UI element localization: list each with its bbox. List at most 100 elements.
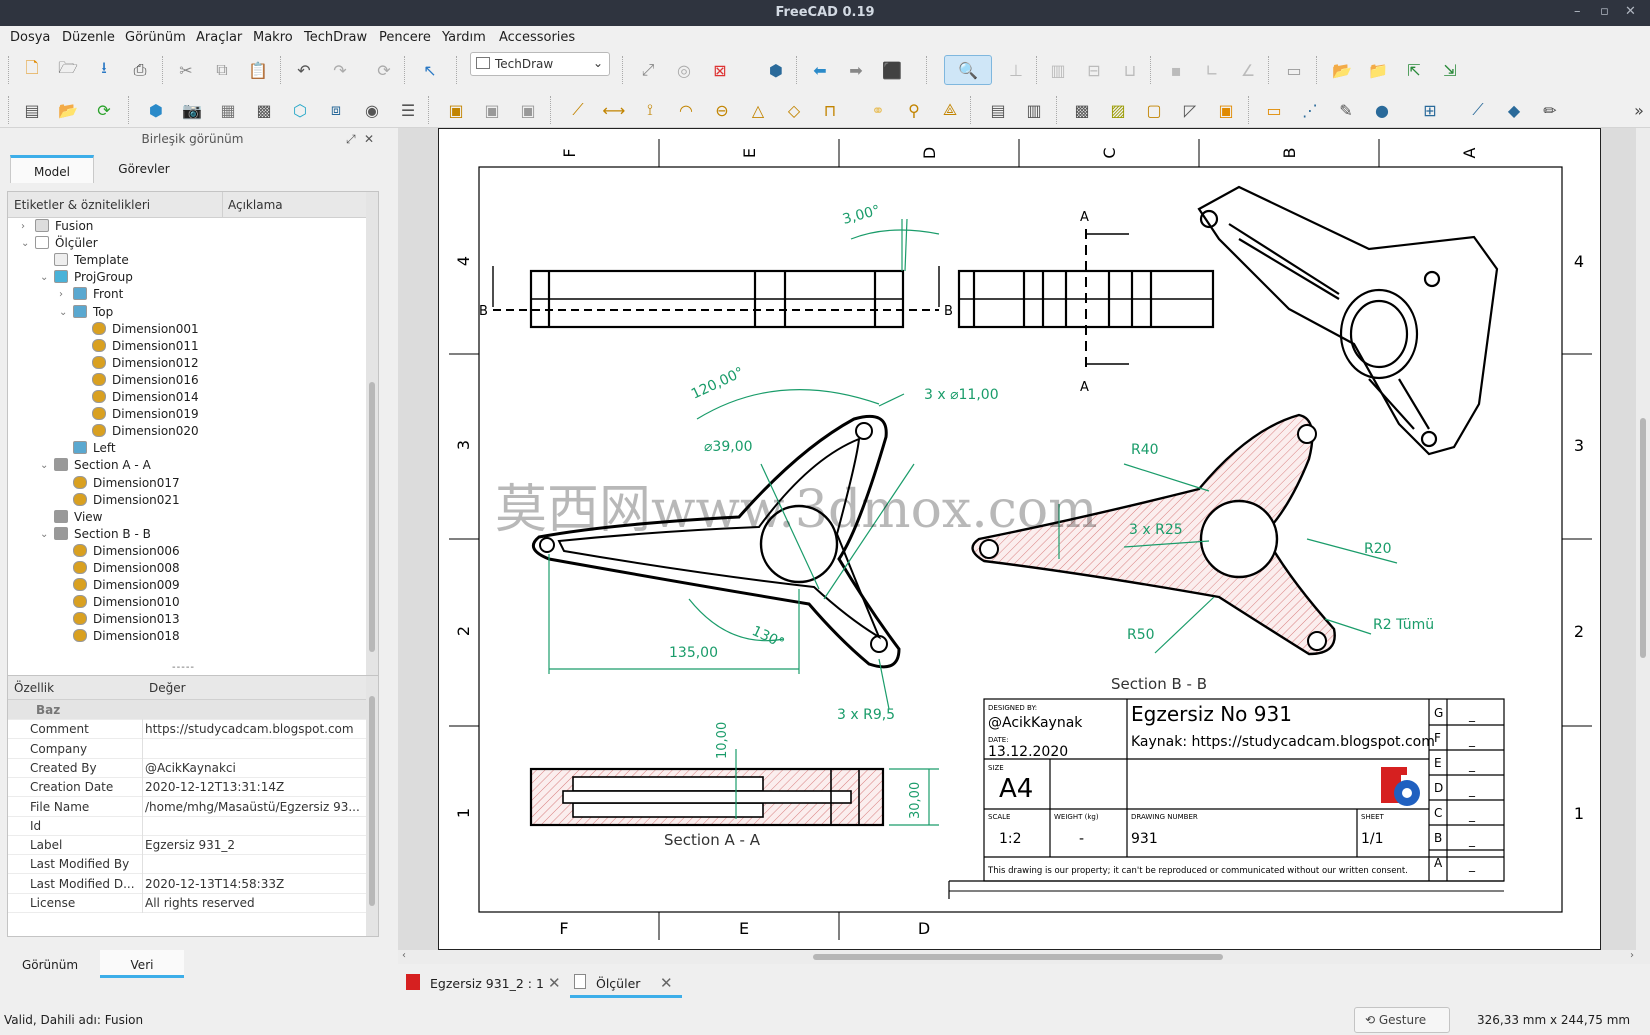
drawing-vscrollbar[interactable] — [1636, 128, 1650, 950]
save-icon[interactable]: ⭳ — [92, 58, 116, 82]
clip-add-icon[interactable]: ▣ — [480, 98, 504, 122]
landmark-dimension-icon[interactable]: ⟁ — [938, 98, 962, 122]
link-dimension-icon[interactable]: ⚭ — [866, 98, 890, 122]
property-value[interactable]: https://studycadcam.blogspot.com — [145, 722, 363, 736]
tree-item[interactable]: Dimension014 — [92, 390, 199, 408]
tree-item[interactable]: Left — [73, 441, 116, 459]
part-icon[interactable]: ▥ — [1046, 58, 1070, 82]
balloon-icon[interactable]: ⚲ — [902, 98, 926, 122]
projection-group-icon[interactable]: ▦ — [216, 98, 240, 122]
bounding-box-icon[interactable]: ⊠ — [708, 58, 732, 82]
tree-scroll-thumb[interactable] — [369, 382, 375, 652]
workbench-selector[interactable]: TechDraw ⌄ — [470, 52, 610, 76]
collapse-arrow-icon[interactable]: ⌄ — [40, 460, 48, 471]
expand-arrow-icon[interactable]: › — [21, 221, 25, 232]
toggle-frame-icon[interactable]: ▣ — [1214, 98, 1238, 122]
active-view-icon[interactable]: 📷 — [180, 98, 204, 122]
undo-icon[interactable]: ↶ — [292, 58, 316, 82]
export-icon[interactable]: ⇱ — [1402, 58, 1426, 82]
property-row[interactable]: Created By @AcikKaynakci — [8, 757, 366, 778]
tree-item[interactable]: Dimension013 — [73, 612, 180, 630]
menu-dosya[interactable]: Dosya — [10, 30, 50, 45]
arch-view-icon[interactable]: ◉ — [360, 98, 384, 122]
property-scroll-thumb[interactable] — [369, 696, 375, 906]
tab-gorevler[interactable]: Görevler — [94, 155, 194, 183]
link-icon[interactable]: ⊔ — [1118, 58, 1142, 82]
tree-item[interactable]: Front — [73, 287, 123, 305]
property-row[interactable]: License All rights reserved — [8, 893, 366, 913]
extent-dimension-icon[interactable]: ⊓ — [818, 98, 842, 122]
diameter-dimension-icon[interactable]: ⊖ — [710, 98, 734, 122]
tree-item[interactable]: Section B - B — [54, 526, 151, 545]
expand-arrow-icon[interactable]: › — [59, 289, 63, 300]
tree-item[interactable]: Dimension006 — [73, 543, 180, 562]
tree-item[interactable]: ProjGroup — [54, 270, 133, 288]
minimize-icon[interactable]: – — [1574, 4, 1581, 19]
property-value[interactable]: @AcikKaynakci — [145, 761, 363, 775]
tree-item[interactable]: Dimension017 — [73, 475, 180, 494]
clip-remove-icon[interactable]: ▣ — [516, 98, 540, 122]
menu-yardim[interactable]: Yardım — [442, 30, 486, 45]
redraw-page-icon[interactable]: ⟳ — [92, 98, 116, 122]
tree-item[interactable]: View — [54, 509, 102, 528]
symbol-icon[interactable]: ▢ — [1142, 98, 1166, 122]
close-icon[interactable]: ✕ — [1625, 4, 1636, 19]
close-panel-icon[interactable]: ✕ — [364, 132, 374, 146]
toolbar-grip[interactable] — [8, 96, 10, 124]
tab-egzersiz-document[interactable]: Egzersiz 931_2 : 1 — [430, 968, 560, 998]
menu-makro[interactable]: Makro — [253, 30, 293, 45]
tree-item[interactable]: Dimension001 — [92, 321, 199, 340]
clip-icon[interactable]: ▪ — [1164, 58, 1188, 82]
3pt-angle-dimension-icon[interactable]: ◇ — [782, 98, 806, 122]
toolbar-grip[interactable] — [8, 56, 10, 84]
print-icon[interactable]: ⎙ — [128, 58, 152, 82]
scroll-left-icon[interactable]: ‹ — [402, 950, 406, 961]
panel-splitter[interactable]: ----- — [172, 662, 195, 673]
new-document-icon[interactable]: 🗋 — [20, 58, 44, 82]
open-icon[interactable]: 🗁 — [56, 58, 80, 82]
paste-icon[interactable]: 📋 — [246, 58, 270, 82]
collapse-arrow-icon[interactable]: ⌄ — [40, 529, 48, 540]
scroll-right-icon[interactable]: › — [1630, 950, 1634, 961]
property-row[interactable]: File Name/home/mhg/Masaüstü/Egzersiz 93.… — [8, 796, 366, 817]
tree-item[interactable]: Dimension012 — [92, 355, 199, 374]
radius-dimension-icon[interactable]: ◠ — [674, 98, 698, 122]
collapse-arrow-icon[interactable]: ⌄ — [59, 307, 67, 318]
tree-item[interactable]: Dimension018 — [73, 629, 180, 647]
navigation-style-button[interactable]: ⟲ Gesture — [1354, 1007, 1450, 1033]
tree-item[interactable]: Dimension011 — [92, 338, 199, 357]
collapse-arrow-icon[interactable]: ⌄ — [40, 272, 48, 283]
cosmetic-line-icon[interactable]: ⟋ — [1466, 98, 1490, 122]
menu-gorunum[interactable]: Görünüm — [125, 30, 186, 45]
collapse-arrow-icon[interactable]: ⌄ — [21, 238, 29, 249]
fit-all-icon[interactable]: ⤢ — [636, 58, 660, 82]
export-dxf-icon[interactable]: ▥ — [1022, 98, 1046, 122]
horizontal-dimension-icon[interactable]: ⟷ — [602, 98, 626, 122]
center-mark-icon[interactable]: ● — [1370, 98, 1394, 122]
whats-this-icon[interactable]: ↖ — [418, 58, 442, 82]
drawing-sheet[interactable]: F E D C B A F E D 4 3 2 1 4 3 2 1 B B 3,… — [438, 128, 1601, 950]
drawing-vscroll-thumb[interactable] — [1640, 418, 1646, 658]
menu-techdraw[interactable]: TechDraw — [304, 30, 367, 45]
property-row[interactable]: Last Modified D... 2020-12-13T14:58:33Z — [8, 873, 366, 894]
draw-style-icon[interactable]: ◎ — [672, 58, 696, 82]
drawing-hscrollbar[interactable]: ‹ › — [398, 950, 1650, 964]
back-icon[interactable]: ⬅ — [808, 58, 832, 82]
property-row[interactable]: Company — [8, 738, 366, 759]
tree-scrollbar[interactable] — [366, 192, 378, 688]
property-row[interactable]: Id — [8, 815, 366, 836]
vertical-dimension-icon[interactable]: ⟟ — [638, 98, 662, 122]
property-row[interactable]: Creation Date 2020-12-12T13:31:14Z — [8, 777, 366, 798]
forward-icon[interactable]: ➡ — [844, 58, 868, 82]
hatch-icon[interactable]: ▩ — [1070, 98, 1094, 122]
tree-item[interactable]: Ölçüler — [35, 236, 98, 254]
cosmetic-eraser-icon[interactable]: ◆ — [1502, 98, 1526, 122]
new-page-icon[interactable]: ▤ — [20, 98, 44, 122]
close-tab-icon[interactable]: ✕ — [548, 974, 561, 992]
maximize-icon[interactable]: ▫ — [1600, 4, 1609, 19]
draft-view-icon[interactable]: ⧈ — [324, 98, 348, 122]
import-icon[interactable]: ⇲ — [1438, 58, 1462, 82]
property-value[interactable]: Egzersiz 931_2 — [145, 838, 363, 852]
property-value[interactable]: /home/mhg/Masaüstü/Egzersiz 93... — [145, 800, 363, 814]
tab-model[interactable]: Model — [10, 155, 94, 183]
